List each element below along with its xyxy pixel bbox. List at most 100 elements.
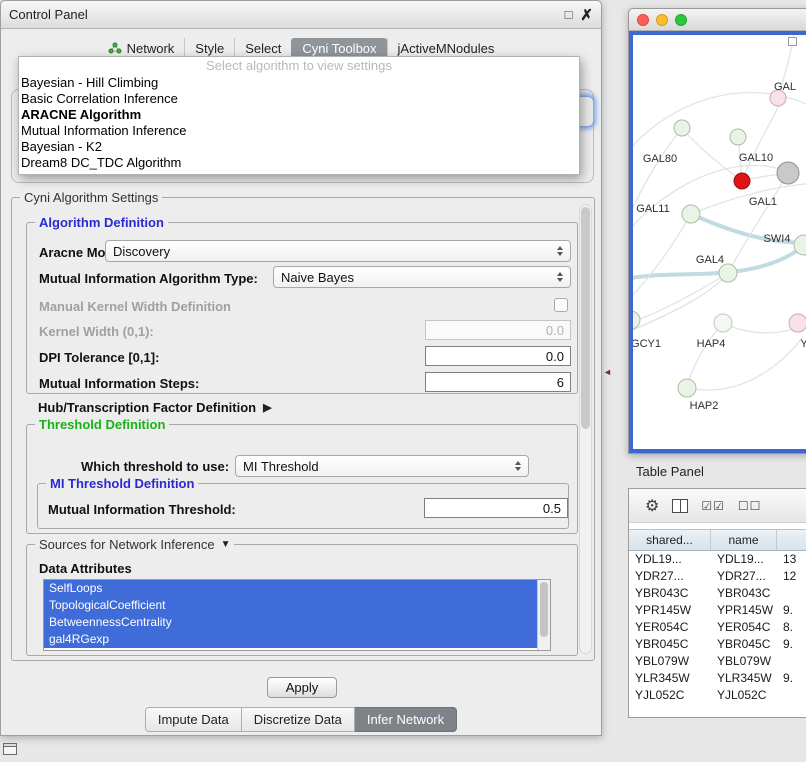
- algorithm-option-selected[interactable]: ARACNE Algorithm: [19, 107, 579, 123]
- control-panel-titlebar[interactable]: Control Panel □ ✗: [1, 1, 601, 29]
- table-cell: 13: [777, 551, 806, 568]
- attributes-scrollbar-thumb[interactable]: [540, 582, 548, 637]
- tab-network-label: Network: [127, 41, 175, 56]
- mi-algorithm-type-label: Mutual Information Algorithm Type:: [39, 271, 258, 286]
- minimize-traffic-light-icon[interactable]: [656, 14, 668, 26]
- algorithm-option[interactable]: Bayesian - K2: [19, 139, 579, 155]
- settings-scrollbar-thumb[interactable]: [581, 207, 590, 429]
- zoom-traffic-light-icon[interactable]: [675, 14, 687, 26]
- table-row[interactable]: YBR045CYBR045C9.: [629, 636, 806, 653]
- table-cell: [777, 585, 806, 602]
- threshold-definition-title: Threshold Definition: [35, 417, 169, 432]
- table-cell: 9.: [777, 636, 806, 653]
- algorithm-option[interactable]: Bayesian - Hill Climbing: [19, 75, 579, 91]
- node-hap2[interactable]: [678, 379, 696, 397]
- tab-jactivemnodules-label: jActiveMNodules: [398, 41, 495, 56]
- splitter-collapse-icon[interactable]: ◄: [603, 367, 612, 377]
- table-toolbar: ⚙ ☑☑ ☐☐: [629, 489, 806, 523]
- birdseye-toggle[interactable]: [788, 37, 797, 46]
- settings-scrollbar[interactable]: [579, 204, 592, 654]
- table-cell: YDR27...: [629, 568, 711, 585]
- tab-discretize-data[interactable]: Discretize Data: [242, 707, 355, 732]
- algorithm-option[interactable]: Basic Correlation Inference: [19, 91, 579, 107]
- dropdown-placeholder: Select algorithm to view settings: [19, 57, 579, 75]
- dpi-tolerance-input[interactable]: [425, 346, 571, 366]
- table-cell: 12: [777, 568, 806, 585]
- node-gal11[interactable]: [682, 205, 700, 223]
- mi-steps-input[interactable]: [425, 372, 571, 392]
- table-cell: YBL079W: [629, 653, 711, 670]
- node-gal10[interactable]: [734, 173, 750, 189]
- hub-definition-toggle[interactable]: Hub/Transcription Factor Definition ▶: [38, 400, 272, 415]
- node-green-1[interactable]: [674, 120, 690, 136]
- node-label: GCY1: [633, 338, 661, 350]
- node-label: Y: [800, 338, 806, 350]
- node-hap4[interactable]: [714, 314, 732, 332]
- mi-threshold-definition-title: MI Threshold Definition: [46, 476, 198, 491]
- node-gray[interactable]: [777, 162, 799, 184]
- table-panel-title: Table Panel: [628, 458, 806, 486]
- algorithm-definition-title: Algorithm Definition: [35, 215, 168, 230]
- minimized-panel-icon[interactable]: [3, 743, 17, 755]
- settings-group-title: Cyni Algorithm Settings: [20, 190, 162, 205]
- tab-cyni-toolbox-label: Cyni Toolbox: [302, 41, 376, 56]
- column-header-shared-name[interactable]: shared...: [629, 530, 711, 550]
- close-window-icon[interactable]: ✗: [580, 6, 593, 24]
- chevron-right-icon: ▶: [263, 401, 271, 414]
- combo-arrows-icon: [515, 461, 521, 471]
- which-threshold-select[interactable]: MI Threshold: [235, 455, 529, 477]
- node-gcy1[interactable]: [633, 311, 640, 329]
- network-canvas[interactable]: GALGAL80GAL10GAL11GAL1SWI4GAL4GCY1HAP4YH…: [629, 31, 806, 453]
- table-row[interactable]: YLR345WYLR345W9.: [629, 670, 806, 687]
- table-row[interactable]: YER054CYER054C8.: [629, 619, 806, 636]
- mi-algorithm-type-select[interactable]: Naive Bayes: [273, 266, 571, 288]
- select-all-icon[interactable]: ☑☑: [701, 499, 725, 513]
- table-cell: YER054C: [629, 619, 711, 636]
- node-label: GAL: [774, 81, 796, 93]
- columns-icon[interactable]: [672, 499, 688, 513]
- network-edge: [633, 214, 691, 303]
- sources-group-title[interactable]: Sources for Network Inference ▼: [35, 537, 234, 552]
- column-header-extra[interactable]: [777, 530, 806, 550]
- algorithm-option[interactable]: Mutual Information Inference: [19, 123, 579, 139]
- kernel-width-input[interactable]: [425, 320, 571, 340]
- aracne-mode-select[interactable]: Discovery: [105, 240, 571, 262]
- tab-impute-data[interactable]: Impute Data: [145, 707, 242, 732]
- data-attributes-list[interactable]: SelfLoops TopologicalCoefficient Between…: [43, 579, 551, 651]
- attributes-scrollbar[interactable]: [537, 580, 550, 650]
- table-cell: YBR045C: [629, 636, 711, 653]
- node-green-2[interactable]: [730, 129, 746, 145]
- network-window-titlebar[interactable]: [629, 9, 806, 31]
- attribute-item-selected[interactable]: BetweennessCentrality: [44, 614, 537, 631]
- control-panel-window: Control Panel □ ✗ Network Style Select C…: [0, 0, 602, 736]
- table-cell: YBL079W: [711, 653, 777, 670]
- column-header-name[interactable]: name: [711, 530, 777, 550]
- threshold-definition-group: Threshold Definition Which threshold to …: [26, 424, 578, 534]
- table-row[interactable]: YJL052CYJL052C: [629, 687, 806, 704]
- table-row[interactable]: YDR27...YDR27...12: [629, 568, 806, 585]
- algorithm-option[interactable]: Dream8 DC_TDC Algorithm: [19, 155, 579, 171]
- float-window-icon[interactable]: □: [565, 7, 573, 22]
- node-gal4[interactable]: [719, 264, 737, 282]
- close-traffic-light-icon[interactable]: [637, 14, 649, 26]
- mi-algorithm-type-value: Naive Bayes: [281, 270, 354, 285]
- deselect-all-icon[interactable]: ☐☐: [738, 499, 762, 513]
- table-row[interactable]: YPR145WYPR145W9.: [629, 602, 806, 619]
- table-cell: YBR043C: [629, 585, 711, 602]
- mi-threshold-label: Mutual Information Threshold:: [48, 502, 236, 517]
- node-label: GAL11: [636, 203, 669, 215]
- table-row[interactable]: YDL19...YDL19...13: [629, 551, 806, 568]
- mi-threshold-input[interactable]: [424, 498, 568, 518]
- gear-icon[interactable]: ⚙: [645, 496, 659, 516]
- attribute-item-selected[interactable]: SelfLoops: [44, 580, 537, 597]
- tab-infer-network[interactable]: Infer Network: [355, 707, 457, 732]
- tab-select-label: Select: [245, 41, 281, 56]
- table-row[interactable]: YBR043CYBR043C: [629, 585, 806, 602]
- table-row[interactable]: YBL079WYBL079W: [629, 653, 806, 670]
- node-pink-right[interactable]: [789, 314, 806, 332]
- table-panel-window: ⚙ ☑☑ ☐☐ shared... name YDL19...YDL19...1…: [628, 488, 806, 718]
- apply-button[interactable]: Apply: [267, 677, 337, 698]
- attribute-item-selected[interactable]: gal4RGexp: [44, 631, 537, 648]
- attribute-item-selected[interactable]: TopologicalCoefficient: [44, 597, 537, 614]
- manual-kernel-width-checkbox[interactable]: [554, 298, 568, 312]
